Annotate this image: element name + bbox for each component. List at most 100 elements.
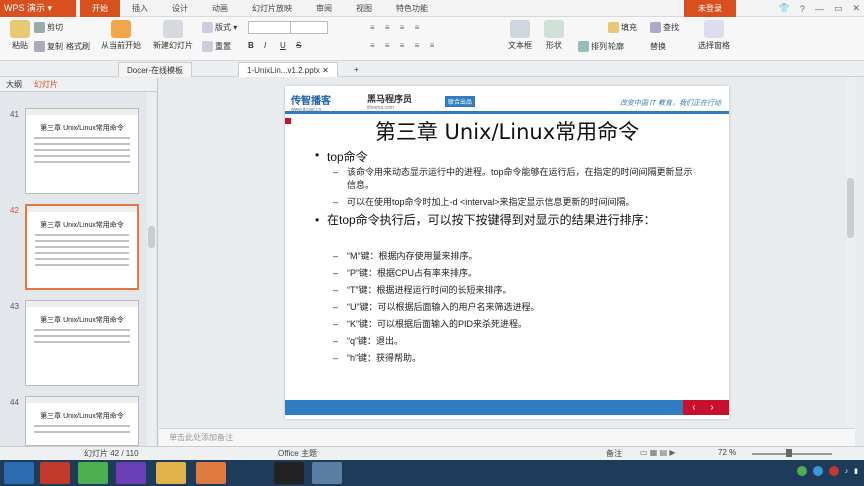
zoom-slider-handle[interactable] xyxy=(786,449,792,457)
replace-button[interactable]: 替换 xyxy=(650,41,666,52)
zoom-level: 72 % xyxy=(718,448,737,457)
paragraph-tools[interactable]: ≡ ≡ ≡ ≡ xyxy=(370,23,423,32)
reset-icon xyxy=(202,41,213,53)
sub-bullet-2[interactable]: 可以在使用top命令时加上-d <interval>来指定显示信息更新的时间间隔… xyxy=(333,196,707,209)
tray-icon[interactable] xyxy=(812,466,823,476)
zoom-slider[interactable] xyxy=(752,453,832,455)
current-slide[interactable]: 传智播客 www.itcast.cn 黑马程序员 itheima.com 联合出品 … xyxy=(285,86,729,419)
restore-icon[interactable]: ▭ xyxy=(834,3,843,14)
scroll-thumb[interactable] xyxy=(847,178,854,238)
scroll-thumb[interactable] xyxy=(148,226,155,248)
menu-tab-design[interactable]: 设计 xyxy=(160,0,200,17)
new-slide-icon xyxy=(163,20,183,38)
app-menu-button[interactable]: WPS 演示 ▾ xyxy=(0,0,76,17)
key-item[interactable]: “U”键：可以根据后面输入的用户名来筛选进程。 xyxy=(333,301,539,314)
arrange-icon xyxy=(578,41,589,53)
menu-tab-home[interactable]: 开始 xyxy=(80,0,120,17)
arrange-button[interactable]: 排列 xyxy=(578,41,607,53)
terminal-icon[interactable] xyxy=(274,462,304,484)
font-size-select[interactable] xyxy=(290,21,328,34)
key-item[interactable]: “K”键：可以根据后面输入的PID来杀死进程。 xyxy=(333,318,527,331)
theme-name: Office 主题 xyxy=(278,449,317,458)
file-manager-icon[interactable] xyxy=(312,462,342,484)
sub-bullet-1[interactable]: 该命令用来动态显示运行中的进程。top命令能够在运行后，在指定的时间间隔更新显示… xyxy=(333,166,697,192)
select-pane-button[interactable]: 选择窗格 xyxy=(692,20,736,51)
slide-thumbnail[interactable]: 第三章 Unix/Linux常用命令 xyxy=(25,204,139,290)
paste-icon xyxy=(10,20,30,38)
visual-studio-icon[interactable] xyxy=(116,462,146,484)
new-tab-button[interactable]: + xyxy=(346,62,367,77)
slide-header: 传智播客 www.itcast.cn 黑马程序员 itheima.com 联合出品 … xyxy=(285,86,729,114)
windows-taskbar: ♪ ▮ xyxy=(0,460,864,486)
menu-tab-features[interactable]: 特色功能 xyxy=(384,0,440,17)
skin-icon[interactable]: 👕 xyxy=(779,3,790,14)
qt-icon[interactable] xyxy=(78,462,108,484)
strike-button[interactable]: S xyxy=(296,41,301,50)
slide-thumbnail[interactable]: 第三章 Unix/Linux常用命令 xyxy=(25,108,139,194)
slide-thumbnail[interactable]: 第三章 Unix/Linux常用命令 xyxy=(25,396,139,446)
underline-button[interactable]: U xyxy=(280,41,286,50)
tab-pptx[interactable]: 1-UnixLin...v1.2.pptx ✕ xyxy=(238,62,338,77)
from-current-button[interactable]: 从当前开始 xyxy=(98,20,144,51)
outline-tab[interactable]: 大纲 xyxy=(0,78,28,91)
find-button[interactable]: 查找 xyxy=(650,22,679,34)
layout-icon xyxy=(202,22,213,34)
menu-tab-slideshow[interactable]: 幻灯片放映 xyxy=(240,0,304,17)
help-icon[interactable]: ? xyxy=(800,4,805,14)
key-item[interactable]: “M”键：根据内存使用量来排序。 xyxy=(333,250,477,263)
minimize-icon[interactable]: — xyxy=(815,4,824,14)
login-button[interactable]: 未登录 xyxy=(684,0,736,17)
editor-scrollbar[interactable] xyxy=(846,78,855,428)
slide-footer: ‹ › xyxy=(285,400,729,415)
cut-button[interactable]: 剪切 xyxy=(34,22,63,34)
itcast-logo: 传智播客 www.itcast.cn xyxy=(291,96,331,113)
side-pane-tabs: 大纲 幻灯片 xyxy=(0,78,157,92)
notes-toggle[interactable]: 备注 xyxy=(606,448,622,459)
slide-thumbnail[interactable]: 第三章 Unix/Linux常用命令 xyxy=(25,300,139,386)
network-icon[interactable]: ▮ xyxy=(854,467,858,475)
slide-editor: 传智播客 www.itcast.cn 黑马程序员 itheima.com 联合出品 … xyxy=(159,78,855,428)
slide-nav-arrows[interactable]: ‹ › xyxy=(683,400,729,415)
side-scrollbar[interactable] xyxy=(147,92,156,446)
key-item[interactable]: “P”键：根据CPU占有率来排序。 xyxy=(333,267,477,280)
shapes-button[interactable]: 形状 xyxy=(534,20,574,51)
reset-button[interactable]: 重置 xyxy=(202,41,231,53)
folder-icon[interactable] xyxy=(156,462,186,484)
key-item[interactable]: “T”键：根据进程运行时间的长短来排序。 xyxy=(333,284,511,297)
align-tools[interactable]: ≡ ≡ ≡ ≡ ≡ xyxy=(370,41,438,50)
bold-button[interactable]: B xyxy=(248,41,254,50)
fill-button[interactable]: 填充 xyxy=(608,22,637,34)
close-tab-icon[interactable]: ✕ xyxy=(322,66,329,75)
bullet-sort[interactable]: 在top命令执行后，可以按下按键得到对显示的结果进行排序： xyxy=(315,212,697,229)
outline-button[interactable]: 轮廓 xyxy=(608,41,624,52)
italic-button[interactable]: I xyxy=(264,41,266,50)
tab-docer[interactable]: Docer-在线模板 xyxy=(118,62,193,77)
slides-tab[interactable]: 幻灯片 xyxy=(28,78,64,91)
notes-area[interactable]: 单击此处添加备注 xyxy=(159,428,855,446)
wps-presentation-window: WPS 演示 ▾ 开始 插入 设计 动画 幻灯片放映 审阅 视图 特色功能 未登… xyxy=(0,0,864,486)
tray-icon[interactable] xyxy=(796,466,807,476)
tray-icon[interactable] xyxy=(828,466,839,476)
status-bar: 幻灯片 42 / 110 Office 主题 备注 ▭ ▦ ▤ ▶ 72 % xyxy=(0,446,864,460)
copy-button[interactable]: 复制 xyxy=(34,41,63,53)
ribbon-toolbar: 粘贴 剪切 复制 格式刷 从当前开始 新建幻灯片 版式 ▾ 重置 B I U S… xyxy=(0,17,864,61)
menu-tab-insert[interactable]: 插入 xyxy=(120,0,160,17)
format-painter-button[interactable]: 格式刷 xyxy=(66,41,90,52)
menu-tab-review[interactable]: 审阅 xyxy=(304,0,344,17)
app-icon[interactable] xyxy=(40,462,70,484)
find-icon xyxy=(650,22,661,34)
menu-tab-animation[interactable]: 动画 xyxy=(200,0,240,17)
start-icon[interactable] xyxy=(4,462,34,484)
key-item[interactable]: “h”键：获得帮助。 xyxy=(333,352,421,365)
close-icon[interactable]: ✕ xyxy=(852,3,860,14)
menu-tab-view[interactable]: 视图 xyxy=(344,0,384,17)
bullet-top[interactable]: top命令 xyxy=(315,148,368,165)
menu-bar: WPS 演示 ▾ 开始 插入 设计 动画 幻灯片放映 审阅 视图 特色功能 未登… xyxy=(0,0,864,17)
view-buttons[interactable]: ▭ ▦ ▤ ▶ xyxy=(640,448,676,457)
key-item[interactable]: “q”键：退出。 xyxy=(333,335,403,348)
new-slide-button[interactable]: 新建幻灯片 xyxy=(150,20,196,51)
wps-icon[interactable] xyxy=(196,462,226,484)
layout-button[interactable]: 版式 ▾ xyxy=(202,22,237,34)
volume-icon[interactable]: ♪ xyxy=(845,468,849,475)
slide-title[interactable]: 第三章 Unix/Linux常用命令 xyxy=(285,116,729,146)
